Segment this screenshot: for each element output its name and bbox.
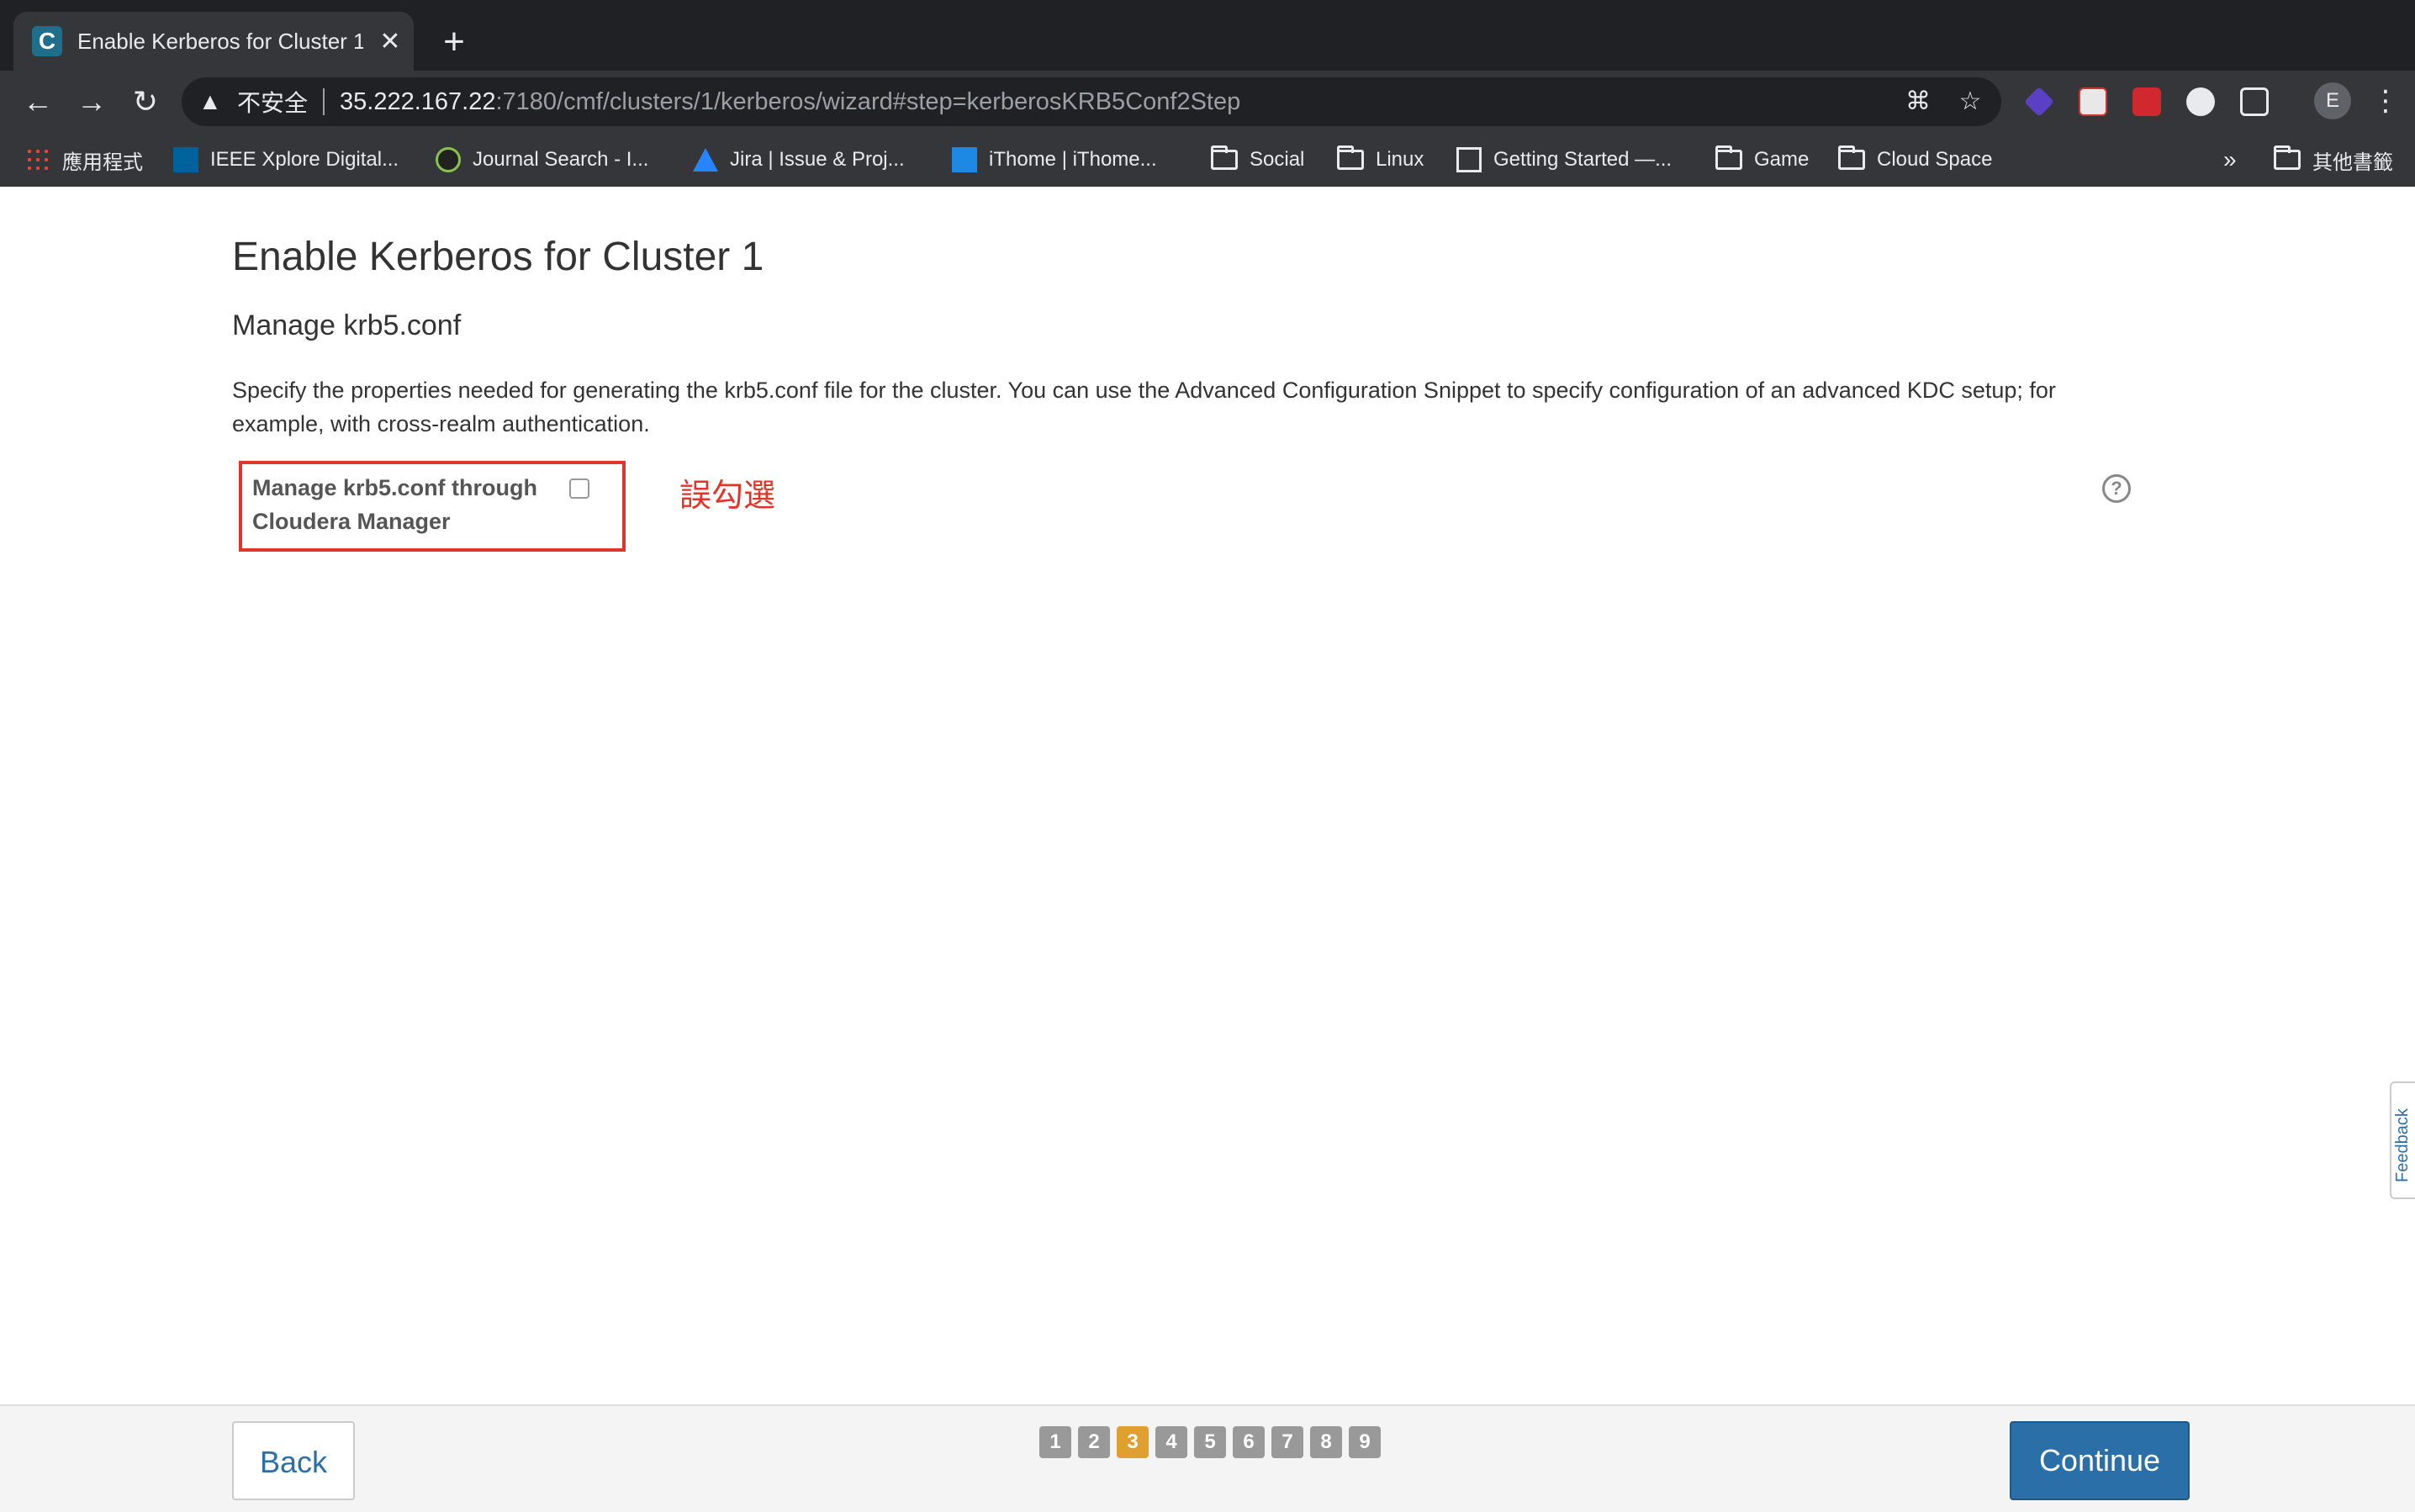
manage-krb5-checkbox[interactable]: [569, 478, 589, 499]
close-tab-icon[interactable]: ✕: [375, 27, 405, 56]
bookmark-label: Journal Search - I...: [473, 148, 649, 171]
step-3[interactable]: 3: [1117, 1426, 1149, 1458]
folder-icon: [2274, 145, 2301, 170]
step-1[interactable]: 1: [1039, 1426, 1071, 1458]
bookmark-label: 其他書籤: [2312, 151, 2393, 174]
step-subtitle: Manage krb5.conf: [232, 309, 462, 341]
page-title: Enable Kerberos for Cluster 1: [232, 235, 764, 279]
bookmark-folder-social[interactable]: Social: [1211, 145, 1304, 175]
back-arrow-icon[interactable]: ←: [18, 82, 57, 121]
bookmark-label: Game: [1754, 148, 1810, 171]
address-bar[interactable]: ▲ 不安全 35.222.167.22 :7180/cmf/clusters/1…: [182, 77, 2001, 126]
step-7[interactable]: 7: [1271, 1426, 1303, 1458]
bookmark-ithome[interactable]: iThome | iThome...: [952, 145, 1157, 175]
step-5[interactable]: 5: [1194, 1426, 1226, 1458]
wizard-footer: Back 123456789 Continue: [0, 1404, 2415, 1512]
extension-circle-icon[interactable]: [2186, 87, 2215, 116]
bookmark-label: Cloud Space: [1877, 148, 1993, 171]
extension-calendar-icon[interactable]: [2079, 87, 2107, 116]
step-indicator: 123456789: [1039, 1426, 1387, 1458]
bookmark-folder-cloud-space[interactable]: Cloud Space: [1838, 145, 1992, 175]
url-host: 35.222.167.22: [340, 87, 496, 115]
bookmark-jira[interactable]: Jira | Issue & Proj...: [693, 145, 905, 175]
security-label[interactable]: 不安全: [237, 85, 308, 119]
folder-icon: [1715, 145, 1742, 170]
translate-icon[interactable]: ⌘: [1902, 86, 1934, 118]
extension-chart-icon[interactable]: [2240, 87, 2269, 116]
bookmark-folder-linux[interactable]: Linux: [1337, 145, 1424, 175]
getting-started-icon: [1456, 147, 1482, 172]
bookmark-ieee[interactable]: IEEE Xplore Digital...: [173, 145, 399, 175]
back-button[interactable]: Back: [232, 1421, 355, 1500]
wizard-page: Enable Kerberos for Cluster 1 Manage krb…: [0, 187, 2415, 1510]
forward-arrow-icon[interactable]: →: [72, 82, 111, 121]
step-4[interactable]: 4: [1155, 1426, 1187, 1458]
bookmarks-bar: 應用程式 IEEE Xplore Digital... Journal Sear…: [0, 133, 2415, 188]
ithome-icon: [952, 147, 977, 172]
step-description: Specify the properties needed for genera…: [232, 378, 2056, 436]
journal-icon: [436, 147, 461, 172]
new-tab-button[interactable]: +: [437, 19, 471, 66]
reload-icon[interactable]: ↻: [126, 82, 165, 121]
bookmark-label: Social: [1250, 148, 1305, 171]
cloudera-favicon-icon: C: [32, 26, 62, 56]
other-bookmarks-folder[interactable]: 其他書籤: [2274, 145, 2393, 175]
profile-avatar[interactable]: E: [2314, 82, 2351, 119]
bookmark-label: Linux: [1376, 148, 1424, 171]
bookmark-label: iThome | iThome...: [989, 148, 1157, 171]
bookmark-apps[interactable]: 應用程式: [25, 145, 143, 175]
bookmark-getting-started[interactable]: Getting Started —...: [1456, 145, 1672, 175]
feedback-tab[interactable]: Feedback: [2390, 1081, 2415, 1199]
manage-krb5-property-label: Manage krb5.conf through Cloudera Manage…: [252, 475, 538, 534]
continue-button[interactable]: Continue: [2010, 1421, 2190, 1500]
ieee-icon: [173, 147, 198, 172]
divider: [323, 88, 325, 115]
more-bookmarks-button[interactable]: »: [2223, 145, 2237, 175]
folder-icon: [1211, 145, 1238, 170]
jira-icon: [693, 148, 718, 172]
browser-tab[interactable]: C Enable Kerberos for Cluster 1 - ✕: [13, 12, 414, 71]
feedback-label: Feedback: [2393, 1108, 2412, 1182]
step-6[interactable]: 6: [1233, 1426, 1265, 1458]
bookmark-folder-game[interactable]: Game: [1715, 145, 1809, 175]
extension-red-play-icon[interactable]: [2132, 87, 2161, 116]
bookmark-journal-search[interactable]: Journal Search - I...: [436, 145, 648, 175]
tab-strip: C Enable Kerberos for Cluster 1 - ✕ +: [0, 0, 2415, 71]
step-9[interactable]: 9: [1349, 1426, 1381, 1458]
annotation-text: 誤勾選: [679, 478, 776, 514]
tab-title: Enable Kerberos for Cluster 1 -: [77, 28, 363, 54]
bookmark-label: Jira | Issue & Proj...: [730, 148, 905, 171]
step-2[interactable]: 2: [1078, 1426, 1110, 1458]
folder-icon: [1838, 145, 1865, 170]
bookmark-label: 應用程式: [62, 151, 143, 174]
warning-icon[interactable]: ▲: [198, 88, 227, 115]
browser-menu-icon[interactable]: ⋮: [2371, 81, 2400, 121]
step-8[interactable]: 8: [1310, 1426, 1342, 1458]
help-icon[interactable]: ?: [2102, 474, 2131, 503]
bookmark-label: IEEE Xplore Digital...: [210, 148, 399, 171]
folder-icon: [1337, 145, 1364, 170]
bookmark-label: Getting Started —...: [1493, 148, 1673, 171]
star-bookmark-icon[interactable]: ☆: [1954, 86, 1986, 118]
apps-grid-icon: [25, 147, 50, 172]
url-path: :7180/cmf/clusters/1/kerberos/wizard#ste…: [495, 87, 1241, 115]
